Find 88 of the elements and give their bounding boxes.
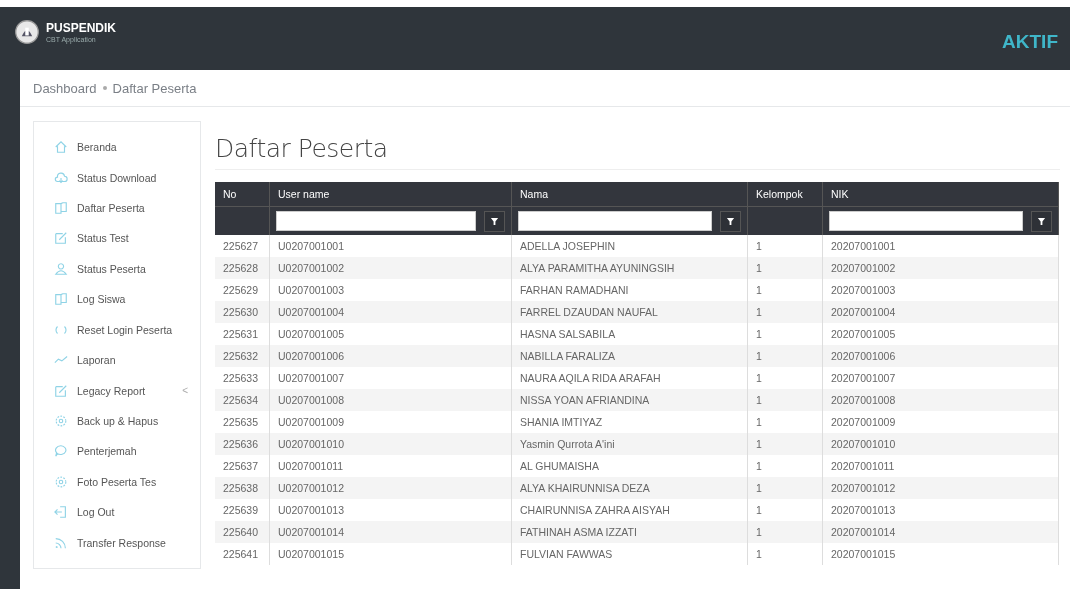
table-cell: 1 [747,389,823,411]
edit-icon [54,231,68,246]
caret-icon: < [182,385,188,397]
filter-input-field[interactable] [518,211,712,231]
logout-icon [54,505,68,520]
filter-button[interactable] [720,210,741,232]
table-cell: 225632 [215,345,270,367]
sidebar-item[interactable]: Reset Login Peserta [34,314,200,345]
chat-icon [54,444,68,459]
table-cell: NABILLA FARALIZA [511,345,748,367]
filter-icon [1037,216,1046,226]
sidebar-item[interactable]: Beranda [34,132,200,163]
table-cell: 1 [747,521,823,543]
table-cell: U0207001006 [269,345,512,367]
table-cell: U0207001014 [269,521,512,543]
filter-button[interactable] [484,210,505,232]
sidebar-item[interactable]: Status Download [34,162,200,193]
user-icon [54,261,68,276]
table-cell: FATHINAH ASMA IZZATI [511,521,748,543]
table-cell: 20207001010 [822,433,1059,455]
column-header: Kelompok [747,182,823,207]
sidebar-item[interactable]: Foto Peserta Tes [34,466,200,498]
table-cell: U0207001010 [269,433,512,455]
table-cell: FULVIAN FAWWAS [511,543,748,565]
sidebar-item[interactable]: Status Peserta [34,253,200,285]
sidebar-item[interactable]: Laporan [34,344,200,376]
table-cell: 1 [747,477,823,499]
table-cell: 1 [747,543,823,565]
filter-icon [726,216,735,226]
table-cell: Yasmin Qurrota A'ini [511,433,748,455]
filter-input-field[interactable] [829,211,1023,231]
column-header: No [215,182,270,207]
table-cell: 225640 [215,521,270,543]
table-cell: 225628 [215,257,270,279]
brand-name: PUSPENDIK [46,21,116,34]
sidebar-item[interactable]: Log Siswa [34,284,200,315]
table-cell: ALYA PARAMITHA AYUNINGSIH [511,257,748,279]
page-title: Daftar Peserta [215,134,1060,170]
table-cell: 20207001004 [822,301,1059,323]
table-cell: 225641 [215,543,270,565]
home-icon [54,140,68,155]
table-cell: 20207001012 [822,477,1059,499]
table-cell: U0207001004 [269,301,512,323]
table-cell: 225636 [215,433,270,455]
breadcrumb-link[interactable]: Dashboard [33,80,97,96]
table-cell: 20207001014 [822,521,1059,543]
sidebar-item[interactable]: Penterjemah [34,436,200,467]
table-cell: 1 [747,301,823,323]
gear-icon [54,414,68,428]
filter-icon [490,216,499,226]
table-cell: NISSA YOAN AFRIANDINA [511,389,748,411]
breadcrumb-link[interactable]: Daftar Peserta [112,80,197,96]
table-cell: 1 [747,257,823,279]
sidebar-item[interactable]: Legacy Report < [34,375,200,406]
edit-icon [54,383,68,398]
sidebar-item[interactable]: Status Test [34,223,200,254]
table-cell: ALYA KHAIRUNNISA DEZA [511,477,748,499]
column-header: Nama [511,182,748,207]
table-cell: 20207001015 [822,543,1059,565]
table-cell: U0207001012 [269,477,512,499]
table-cell: 1 [747,433,823,455]
sidebar-item[interactable]: Transfer Response [34,527,200,558]
rss-icon [54,535,68,550]
separator-dot-icon [102,86,107,90]
files-icon [54,292,68,307]
table-cell: FARREL DZAUDAN NAUFAL [511,301,748,323]
table-cell: U0207001015 [269,543,512,565]
cloud-icon [54,170,68,185]
sidebar-item[interactable]: Back up & Hapus [34,405,200,437]
sidebar-item[interactable]: Daftar Peserta [34,192,200,224]
gear-icon [54,474,68,489]
table-cell: U0207001002 [269,257,512,279]
sidebar-item[interactable]: Log Out [34,497,200,528]
table-cell: 225638 [215,477,270,499]
table-cell: 20207001006 [822,345,1059,367]
table-cell: 225634 [215,389,270,411]
filter-button[interactable] [1031,210,1052,232]
table-cell: 20207001008 [822,389,1059,411]
emblem-logo-icon [14,19,40,45]
status-label: AKTIF [1002,31,1058,53]
filter-input-field[interactable] [276,211,476,231]
table-cell: U0207001008 [269,389,512,411]
table-cell: 20207001002 [822,257,1059,279]
table-cell: 1 [747,345,823,367]
table-cell: 225630 [215,301,270,323]
column-header: NIK [822,182,1059,207]
files-icon [54,201,68,216]
column-header: User name [269,182,512,207]
